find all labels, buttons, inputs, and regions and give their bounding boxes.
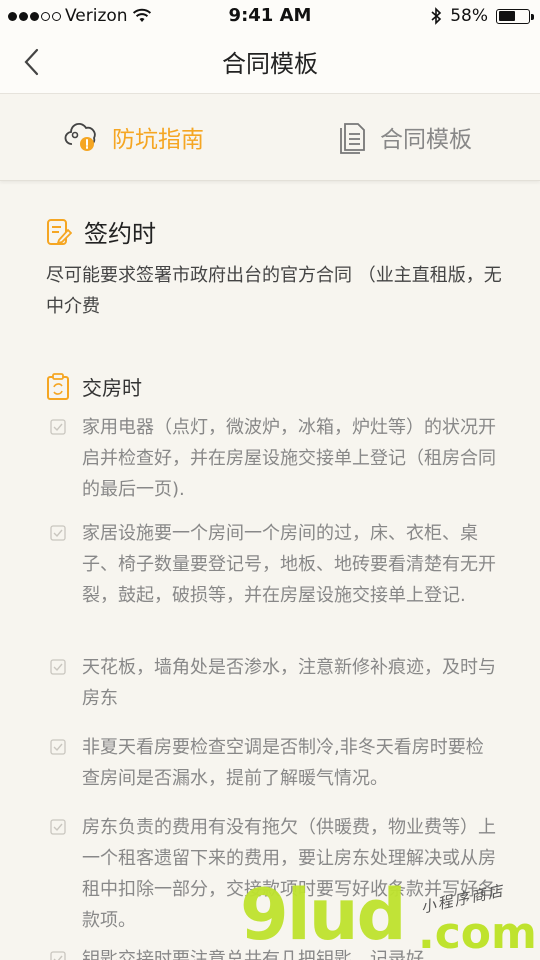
edit-note-icon bbox=[47, 218, 72, 245]
status-bar: Verizon 9:41 AM 58% bbox=[0, 0, 540, 32]
bluetooth-icon bbox=[431, 7, 442, 25]
tab-bar: 防坑指南 合同模板 bbox=[0, 95, 540, 181]
checklist-item-text: 非夏天看房要检查空调是否制冷,非冬天看房时要检查房间是否漏水，提前了解暖气情况。 bbox=[82, 737, 484, 789]
section-handover-header: 交房时 bbox=[46, 372, 142, 401]
checklist-item: 家居设施要一个房间一个房间的过，床、衣柜、桌子、椅子数量要登记号，地板、地砖要看… bbox=[50, 518, 500, 611]
section-sign-header: 签约时 bbox=[46, 214, 156, 249]
tab-pitfall-guide[interactable]: 防坑指南 bbox=[64, 115, 204, 159]
section-sign-title: 签约时 bbox=[84, 220, 156, 248]
checkbox-icon bbox=[50, 739, 66, 755]
checkbox-icon bbox=[50, 419, 66, 435]
tab-contract-template[interactable]: 合同模板 bbox=[336, 115, 472, 159]
checklist-item: 天花板，墙角处是否渗水，注意新修补痕迹，及时与房东 bbox=[50, 652, 500, 714]
checklist-item-text: 钥匙交接时要注意总共有几把钥匙，记录好 bbox=[82, 949, 424, 960]
section-handover-title: 交房时 bbox=[82, 376, 142, 400]
warning-cloud-icon bbox=[64, 122, 96, 151]
checkbox-icon bbox=[50, 819, 66, 835]
battery-icon bbox=[496, 8, 534, 24]
status-right: 58% bbox=[430, 6, 534, 26]
checklist-item-text: 天花板，墙角处是否渗水，注意新修补痕迹，及时与房东 bbox=[82, 657, 496, 709]
guide-content: 签约时 尽可能要求签署市政府出台的官方合同 （业主直租版，无中介费 交房时 家用… bbox=[0, 182, 540, 960]
tab-contract-template-label: 合同模板 bbox=[380, 127, 472, 153]
checklist-item: 家用电器（点灯，微波炉，冰箱，炉灶等）的状况开启并检查好，并在房屋设施交接单上登… bbox=[50, 412, 500, 505]
checkbox-icon bbox=[50, 951, 66, 960]
tab-pitfall-guide-label: 防坑指南 bbox=[112, 127, 204, 153]
checklist-item-text: 家用电器（点灯，微波炉，冰箱，炉灶等）的状况开启并检查好，并在房屋设施交接单上登… bbox=[82, 417, 496, 500]
page-title: 合同模板 bbox=[222, 50, 318, 78]
battery-percent: 58% bbox=[450, 6, 488, 26]
checklist-item-text: 家居设施要一个房间一个房间的过，床、衣柜、桌子、椅子数量要登记号，地板、地砖要看… bbox=[82, 523, 496, 606]
nav-bar: 合同模板 bbox=[0, 32, 540, 94]
clipboard-icon bbox=[47, 372, 69, 400]
checklist-item: 非夏天看房要检查空调是否制冷,非冬天看房时要检查房间是否漏水，提前了解暖气情况。 bbox=[50, 732, 500, 794]
document-icon bbox=[340, 123, 365, 154]
checkbox-icon bbox=[50, 525, 66, 541]
section-sign-text: 尽可能要求签署市政府出台的官方合同 （业主直租版，无中介费 bbox=[46, 265, 502, 317]
checkbox-icon bbox=[50, 659, 66, 675]
checklist-item: 房东负责的费用有没有拖欠（供暖费，物业费等）上一个租客遗留下来的费用，要让房东处… bbox=[50, 812, 500, 936]
checklist-item-text: 房东负责的费用有没有拖欠（供暖费，物业费等）上一个租客遗留下来的费用，要让房东处… bbox=[82, 817, 496, 931]
checklist-item: 钥匙交接时要注意总共有几把钥匙，记录好 bbox=[50, 944, 500, 960]
